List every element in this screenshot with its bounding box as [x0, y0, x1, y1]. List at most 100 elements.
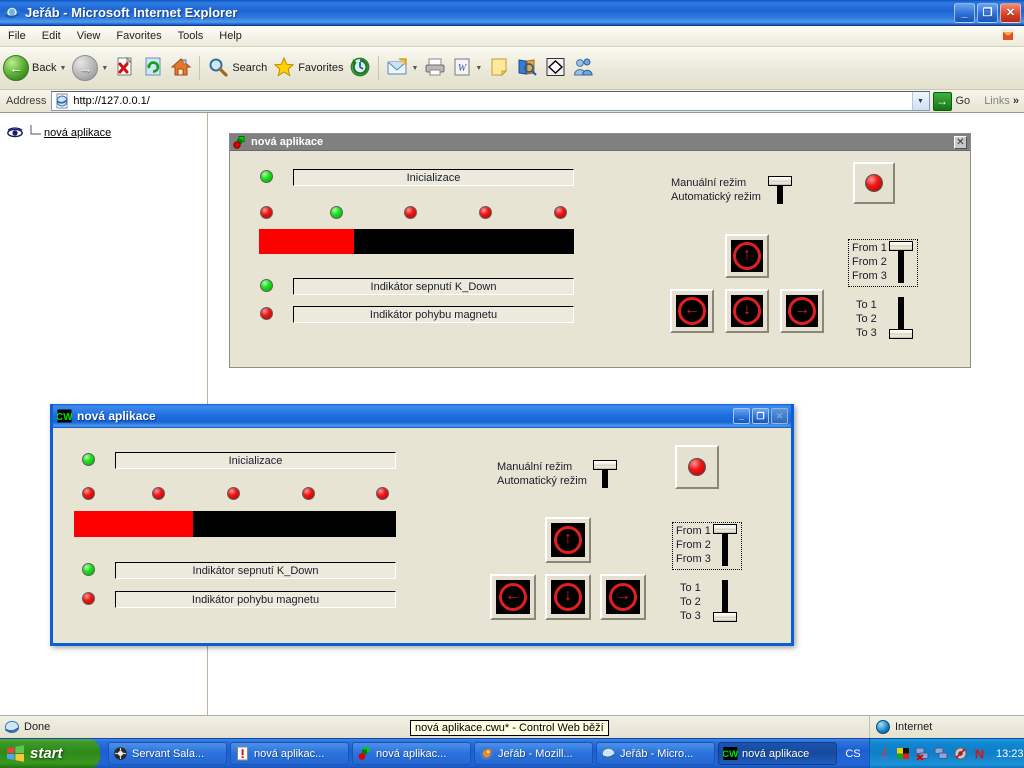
- from-option-2[interactable]: From 2: [676, 538, 711, 552]
- menu-favorites[interactable]: Favorites: [108, 28, 169, 44]
- chevron-down-icon[interactable]: ▼: [411, 65, 418, 72]
- print-button[interactable]: [421, 50, 449, 86]
- browser-minimize-button[interactable]: _: [954, 2, 975, 23]
- browser-close-button[interactable]: ✕: [1000, 2, 1021, 23]
- back-button[interactable]: ← Back ▼: [0, 50, 69, 86]
- to-option-1[interactable]: To 1: [856, 298, 877, 312]
- to-option-3[interactable]: To 3: [856, 326, 877, 340]
- menu-help[interactable]: Help: [211, 28, 250, 44]
- diamond-button[interactable]: [541, 50, 569, 86]
- floating-app-window: CW nová aplikace _ ❐ ✕ Inicializace Indi…: [50, 404, 794, 646]
- floating-window-titlebar[interactable]: CW nová aplikace _ ❐ ✕: [53, 404, 791, 428]
- from-slider[interactable]: [888, 241, 914, 283]
- status-lamp-button[interactable]: [853, 162, 895, 204]
- forward-button[interactable]: → ▼: [69, 50, 111, 86]
- network-icon[interactable]: [934, 746, 949, 761]
- from-option-3[interactable]: From 3: [676, 552, 711, 566]
- to-option-3[interactable]: To 3: [680, 609, 701, 623]
- taskbar-button-label: Jeřáb - Micro...: [620, 747, 694, 760]
- browser-maximize-button[interactable]: ❐: [977, 2, 998, 23]
- taskbar: start Servant Sala... nová aplikac... nová…: [0, 738, 1024, 768]
- mail-button[interactable]: ▼: [383, 50, 421, 86]
- network-disconnected-icon[interactable]: [915, 746, 930, 761]
- from-option-2[interactable]: From 2: [852, 255, 887, 269]
- language-indicator[interactable]: CS: [837, 739, 869, 768]
- from-slider-knob[interactable]: [889, 241, 913, 251]
- arrow-down-button[interactable]: ↓: [545, 574, 591, 620]
- chevron-down-icon[interactable]: ▼: [101, 65, 108, 72]
- chevron-down-icon[interactable]: ▼: [59, 65, 66, 72]
- mode-slider-knob[interactable]: [593, 460, 617, 470]
- arrow-left-icon: ←: [684, 301, 700, 318]
- from-slider[interactable]: [712, 524, 738, 566]
- taskbar-button-4[interactable]: Jeřáb - Micro...: [596, 742, 715, 765]
- chevron-down-icon[interactable]: ▼: [475, 65, 482, 72]
- led-k-down: [82, 563, 95, 576]
- norton-icon[interactable]: N: [972, 746, 987, 762]
- go-button[interactable]: → Go: [930, 91, 977, 111]
- back-label: Back: [32, 62, 57, 74]
- browser-title: Jeřáb - Microsoft Internet Explorer: [25, 5, 238, 20]
- research-button[interactable]: [513, 50, 541, 86]
- menu-tools[interactable]: Tools: [170, 28, 212, 44]
- arrow-right-button[interactable]: →: [780, 289, 824, 333]
- refresh-button[interactable]: [139, 50, 167, 86]
- go-arrow-icon: →: [932, 91, 952, 111]
- taskbar-button-5[interactable]: CW nová aplikace: [718, 742, 837, 765]
- floating-close-button[interactable]: ✕: [771, 408, 788, 424]
- tree-item-label[interactable]: nová aplikace: [44, 127, 111, 139]
- mode-slider-knob[interactable]: [768, 176, 792, 186]
- to-option-1[interactable]: To 1: [680, 581, 701, 595]
- tree-item-nova-aplikace[interactable]: nová aplikace: [6, 125, 111, 141]
- home-button[interactable]: [167, 50, 195, 86]
- from-option-1[interactable]: From 1: [852, 241, 887, 255]
- menu-edit[interactable]: Edit: [34, 28, 69, 44]
- taskbar-button-3[interactable]: Jeřáb - Mozill...: [474, 742, 593, 765]
- stop-button[interactable]: [111, 50, 139, 86]
- taskbar-button-1[interactable]: nová aplikac...: [230, 742, 349, 765]
- history-button[interactable]: [346, 50, 374, 86]
- edit-word-button[interactable]: W ▼: [449, 50, 485, 86]
- from-option-1[interactable]: From 1: [676, 524, 711, 538]
- address-dropdown-button[interactable]: ▼: [911, 92, 929, 110]
- start-label: start: [30, 745, 63, 762]
- start-button[interactable]: start: [0, 738, 100, 768]
- embedded-panel-close-button[interactable]: ✕: [954, 135, 967, 149]
- floating-maximize-button[interactable]: ❐: [752, 408, 769, 424]
- led-row-5: [554, 206, 567, 219]
- taskbar-button-0[interactable]: Servant Sala...: [108, 742, 227, 765]
- arrow-down-button[interactable]: ↓: [725, 289, 769, 333]
- menu-file[interactable]: File: [0, 28, 34, 44]
- mode-slider[interactable]: [767, 176, 793, 204]
- to-option-2[interactable]: To 2: [856, 312, 877, 326]
- search-button[interactable]: Search: [204, 50, 270, 86]
- arrow-up-button[interactable]: ↑: [545, 517, 591, 563]
- mode-slider[interactable]: [592, 460, 618, 488]
- menu-view[interactable]: View: [69, 28, 109, 44]
- to-slider-knob[interactable]: [889, 329, 913, 339]
- floating-minimize-button[interactable]: _: [733, 408, 750, 424]
- to-slider[interactable]: [888, 297, 914, 339]
- links-label[interactable]: Links: [976, 95, 1010, 107]
- arrow-left-button[interactable]: ←: [670, 289, 714, 333]
- to-slider-knob[interactable]: [713, 612, 737, 622]
- taskbar-clock[interactable]: 13:23: [996, 748, 1024, 760]
- java-icon[interactable]: [877, 746, 892, 761]
- arrow-right-button[interactable]: →: [600, 574, 646, 620]
- arrow-up-button[interactable]: ↑: [725, 234, 769, 278]
- from-option-3[interactable]: From 3: [852, 269, 887, 283]
- messenger-button[interactable]: [569, 50, 597, 86]
- notes-button[interactable]: [485, 50, 513, 86]
- favorites-button[interactable]: Favorites: [270, 50, 346, 86]
- taskbar-button-2[interactable]: nová aplikac...: [352, 742, 471, 765]
- volume-muted-icon[interactable]: [953, 746, 968, 761]
- chevron-right-icon[interactable]: »: [1010, 95, 1024, 107]
- to-slider[interactable]: [712, 580, 738, 622]
- address-input[interactable]: http://127.0.0.1/ ▼: [51, 91, 930, 111]
- status-lamp-button[interactable]: [675, 445, 719, 489]
- to-option-2[interactable]: To 2: [680, 595, 701, 609]
- colors-icon[interactable]: [896, 746, 911, 761]
- led-row-3: [227, 487, 240, 500]
- arrow-left-button[interactable]: ←: [490, 574, 536, 620]
- from-slider-knob[interactable]: [713, 524, 737, 534]
